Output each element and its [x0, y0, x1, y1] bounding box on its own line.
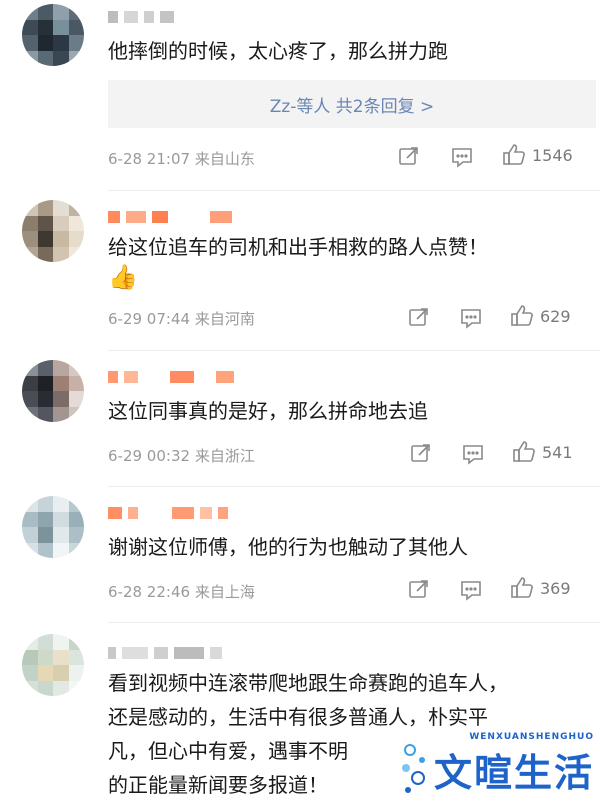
- comment-meta: 6-28 22:46 来自上海: [108, 581, 255, 602]
- like-button[interactable]: 1546: [502, 143, 573, 167]
- watermark-title: 文暄生活: [434, 751, 595, 795]
- divider: [108, 190, 600, 191]
- comment-icon: [452, 148, 472, 168]
- like-button[interactable]: 629: [510, 304, 571, 328]
- comment-text: 谢谢这位师傅，他的行为也触动了其他人: [108, 535, 468, 559]
- username-blurred[interactable]: [108, 10, 174, 24]
- replies-box[interactable]: Zz-等人 共2条回复 >: [108, 80, 596, 128]
- comment-text-line: 还是感动的，生活中有很多普通人，朴实平: [108, 705, 488, 729]
- comment-button[interactable]: [462, 443, 484, 465]
- share-button[interactable]: [410, 442, 432, 464]
- divider: [108, 486, 600, 487]
- share-icon: [399, 147, 418, 165]
- comment-icon: [461, 309, 481, 329]
- comment-button[interactable]: [451, 146, 473, 168]
- like-count: 541: [542, 442, 573, 462]
- divider: [108, 622, 600, 623]
- comment-icon: [463, 445, 483, 465]
- thumbs-up-emoji: 👍: [108, 263, 138, 291]
- divider: [108, 350, 600, 351]
- comment-date: 6-29 00:32: [108, 447, 191, 465]
- comment-text: 这位同事真的是好，那么拼命地去追: [108, 399, 428, 423]
- like-icon: [511, 305, 533, 326]
- comment-item: 他摔倒的时候，太心疼了，那么拼力跑 Zz-等人 共2条回复 > 6-28 21:…: [0, 0, 600, 190]
- comment-date: 6-28 21:07: [108, 150, 191, 168]
- like-icon: [503, 144, 525, 165]
- like-icon: [513, 441, 535, 462]
- avatar[interactable]: [22, 4, 84, 66]
- like-count: 1546: [532, 145, 573, 165]
- comment-location: 来自河南: [194, 310, 255, 328]
- comment-meta: 6-28 21:07 来自山东: [108, 148, 255, 169]
- watermark-logo: WENXUANSHENGHUO 文暄生活: [398, 732, 598, 800]
- username-blurred[interactable]: [108, 370, 234, 384]
- replies-link[interactable]: Zz-等人 共2条回复 >: [270, 92, 435, 117]
- comment-text-line: 凡，但心中有爱，遇事不明: [108, 739, 348, 763]
- username-blurred[interactable]: [108, 506, 228, 520]
- share-button[interactable]: [398, 145, 420, 167]
- comment-text-line: 看到视频中连滚带爬地跟生命赛跑的追车人，: [108, 671, 508, 695]
- like-count: 629: [540, 306, 571, 326]
- avatar[interactable]: [22, 496, 84, 558]
- comment-location: 来自浙江: [194, 447, 255, 465]
- comment-meta: 6-29 07:44 来自河南: [108, 308, 255, 329]
- share-icon: [411, 444, 430, 462]
- share-button[interactable]: [408, 578, 430, 600]
- like-button[interactable]: 541: [512, 440, 573, 464]
- comment-meta: 6-29 00:32 来自浙江: [108, 445, 255, 466]
- share-button[interactable]: [408, 306, 430, 328]
- comment-location: 来自山东: [194, 150, 255, 168]
- comment-icon: [461, 581, 481, 601]
- comment-button[interactable]: [460, 307, 482, 329]
- share-icon: [409, 580, 428, 598]
- comment-button[interactable]: [460, 579, 482, 601]
- bubbles-icon: [402, 744, 425, 793]
- username-blurred[interactable]: [108, 646, 222, 660]
- comment-text: 他摔倒的时候，太心疼了，那么拼力跑: [108, 39, 448, 63]
- share-icon: [409, 308, 428, 326]
- like-icon: [511, 577, 533, 598]
- avatar[interactable]: [22, 634, 84, 696]
- like-button[interactable]: 369: [510, 576, 571, 600]
- comment-location: 来自上海: [194, 583, 255, 601]
- comment-date: 6-29 07:44: [108, 310, 191, 328]
- comment-text-line: 的正能量新闻要多报道！: [108, 773, 328, 797]
- avatar[interactable]: [22, 360, 84, 422]
- watermark-subtitle: WENXUANSHENGHUO: [469, 732, 594, 742]
- like-count: 369: [540, 578, 571, 598]
- username-blurred[interactable]: [108, 210, 232, 224]
- avatar[interactable]: [22, 200, 84, 262]
- comment-date: 6-28 22:46: [108, 583, 191, 601]
- comment-text: 给这位追车的司机和出手相救的路人点赞！: [108, 235, 488, 259]
